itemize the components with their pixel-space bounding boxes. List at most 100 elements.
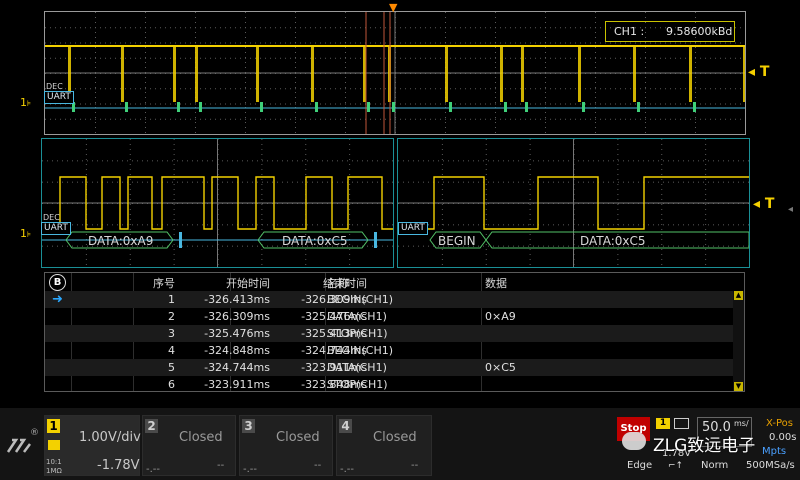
zlg-logo-icon (6, 436, 32, 456)
channel-marker-lower[interactable]: 1⊧ (20, 227, 31, 240)
grid-dot (495, 92, 496, 93)
grid-dot (80, 57, 81, 59)
stop-marker (179, 232, 182, 248)
grid-dot (485, 118, 486, 120)
grid-dot (261, 139, 263, 140)
table-scrollbar[interactable]: ▲ ▼ (733, 291, 744, 391)
trigger-level-marker-lower[interactable]: ◂ T (753, 196, 774, 212)
grid-dot (425, 42, 426, 44)
grid-dot (423, 245, 424, 247)
grid-dot (45, 118, 46, 120)
time-trigger-marker[interactable]: ▼ (389, 1, 397, 14)
grid-dot (705, 154, 707, 155)
grid-dot (129, 144, 131, 145)
grid-dot (705, 169, 707, 170)
ch4-left-dash: -.-- (340, 464, 355, 475)
grid-dot (545, 103, 546, 105)
grid-dot (235, 88, 236, 90)
grid-dot (478, 245, 479, 247)
grid-dot (112, 181, 113, 183)
grid-dot (295, 32, 296, 33)
grid-dot (215, 27, 216, 29)
grid-dot (135, 103, 136, 105)
grid-dot (400, 118, 401, 120)
grid-dot (530, 57, 531, 59)
grid-dot (473, 224, 474, 226)
table-row[interactable]: 2 -326.309ms -325.476ms DATA(CH1) 0×A9 (45, 308, 735, 325)
grid-dot (490, 42, 491, 44)
grid-dot (560, 118, 561, 120)
grid-dot (485, 189, 487, 190)
grid-dot (173, 164, 175, 165)
decode-marker (637, 102, 640, 112)
grid-dot (705, 229, 707, 230)
table-row[interactable]: 3 -325.476ms -325.413ms STOP(CH1) (45, 325, 735, 342)
grid-dot (277, 181, 278, 183)
grid-dot (590, 57, 591, 59)
grid-dot (408, 245, 409, 247)
trigger-level-marker-upper[interactable]: ◂ T (748, 64, 769, 80)
grid-dot (129, 204, 131, 205)
grid-dot (485, 57, 486, 59)
grid-dot (740, 103, 741, 105)
channel-marker-upper[interactable]: 1⊧ (20, 96, 31, 109)
grid-dot (695, 77, 696, 78)
grid-dot (245, 22, 246, 23)
grid-dot (232, 181, 233, 183)
ch4-panel[interactable]: 4 Closed -.-- -- (336, 415, 432, 476)
grid-dot (617, 214, 619, 215)
ch2-state: Closed (179, 430, 223, 445)
grid-dot (708, 224, 709, 226)
grid-dot (360, 103, 361, 105)
grid-dot (195, 42, 196, 44)
grid-dot (147, 181, 148, 183)
grid-dot (428, 181, 429, 183)
zoom-window-right[interactable]: BEGIN DATA:0xC5 (397, 138, 750, 268)
decode-table[interactable]: B 序号 开始时间 结束时间 名称 数据 ➜ 1 -326.413ms -326… (44, 272, 745, 392)
grid-dot (387, 245, 388, 247)
grid-dot (95, 82, 96, 83)
grid-dot (690, 103, 691, 105)
scroll-down-icon[interactable]: ▼ (734, 382, 743, 391)
grid-dot (155, 103, 156, 105)
grid-dot (287, 181, 288, 183)
grid-dot (290, 27, 291, 29)
grid-dot (265, 103, 266, 105)
grid-dot (342, 160, 343, 162)
grid-dot (345, 88, 346, 90)
grid-dot (157, 224, 158, 226)
grid-dot (235, 42, 236, 44)
grid-dot (425, 27, 426, 29)
grid-dot (261, 154, 263, 155)
ch3-panel[interactable]: 3 Closed -.-- -- (239, 415, 333, 476)
table-row[interactable]: 5 -324.744ms -323.911ms DATA(CH1) 0×C5 (45, 359, 735, 376)
grid-dot (485, 164, 487, 165)
grid-dot (315, 118, 316, 120)
grid-dot (583, 224, 584, 226)
zoom-window-left[interactable]: DATA:0xA9 DATA:0xC5 (41, 138, 394, 268)
grid-dot (428, 160, 429, 162)
grid-dot (195, 102, 196, 103)
grid-dot (145, 132, 146, 133)
grid-dot (595, 92, 596, 93)
grid-dot (485, 264, 487, 265)
grid-dot (715, 57, 716, 59)
grid-dot (85, 42, 86, 44)
grid-dot (350, 118, 351, 120)
table-row[interactable]: 4 -324.848ms -324.744ms BEGIN(CH1) (45, 342, 735, 359)
grid-dot (261, 184, 263, 185)
table-row[interactable]: 6 -323.911ms -323.848ms STOP(CH1) (45, 376, 735, 393)
grid-dot (75, 103, 76, 105)
table-row[interactable]: ➜ 1 -326.413ms -326.309ms BEGIN(CH1) (45, 291, 735, 308)
scroll-up-icon[interactable]: ▲ (734, 291, 743, 300)
grid-dot (565, 27, 566, 29)
side-collapse-icon[interactable]: ◂ (788, 204, 793, 215)
ch1-panel[interactable]: 1 1.00V/div -1.78V 10:1 1MΩ (44, 415, 141, 476)
trigger-source-badge[interactable]: 1 (656, 418, 670, 429)
grid-dot (485, 254, 487, 255)
grid-dot (145, 118, 146, 120)
grid-dot (529, 254, 531, 255)
grid-dot (160, 103, 161, 105)
ch2-panel[interactable]: 2 Closed -.-- -- (142, 415, 236, 476)
grid-dot (62, 160, 63, 162)
